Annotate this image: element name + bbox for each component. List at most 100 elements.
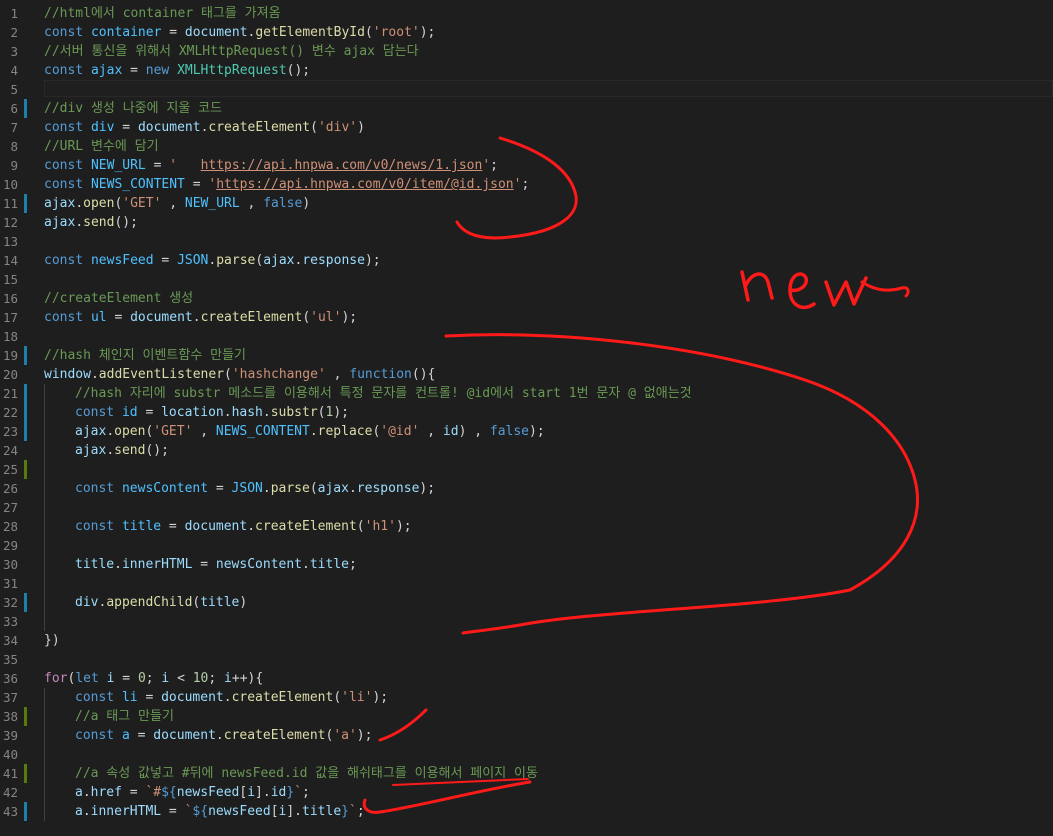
code-line[interactable]: 31 xyxy=(0,574,1053,593)
code-line[interactable]: 12 ajax.send(); xyxy=(0,213,1053,232)
code-text[interactable]: //hash 체인지 이벤트함수 만들기 xyxy=(44,346,246,365)
code-line[interactable]: 21 //hash 자리에 substr 메소드를 이용해서 특정 문자를 컨트롤… xyxy=(0,384,1053,403)
code-line[interactable]: 41 //a 속성 값넣고 #뒤에 newsFeed.id 값을 해쉬태그를 이용… xyxy=(0,764,1053,783)
code-line[interactable]: 22 const id = location.hash.substr(1); xyxy=(0,403,1053,422)
code-line[interactable]: 24 ajax.send(); xyxy=(0,441,1053,460)
code-line[interactable]: 39 const a = document.createElement('a'); xyxy=(0,726,1053,745)
code-text[interactable] xyxy=(44,498,75,517)
line-number: 4 xyxy=(10,63,18,78)
code-line[interactable]: 43 a.innerHTML = `${newsFeed[i].title}`; xyxy=(0,802,1053,821)
line-number: 30 xyxy=(2,557,18,572)
code-text[interactable]: ajax.open('GET' , NEW_URL , false) xyxy=(44,194,310,213)
code-text[interactable]: a.innerHTML = `${newsFeed[i].title}`; xyxy=(44,802,365,821)
code-text[interactable]: //hash 자리에 substr 메소드를 이용해서 특정 문자를 컨트롤! … xyxy=(44,384,692,403)
git-added-marker[interactable] xyxy=(24,764,27,783)
code-text[interactable] xyxy=(44,536,75,555)
code-text[interactable]: //div 생성 나중에 지울 코드 xyxy=(44,99,222,118)
code-text[interactable] xyxy=(44,574,75,593)
code-line[interactable]: 20 window.addEventListener('hashchange' ,… xyxy=(0,365,1053,384)
code-line[interactable]: 27 xyxy=(0,498,1053,517)
code-line[interactable]: 8 //URL 변수에 담기 xyxy=(0,137,1053,156)
code-text[interactable]: //서버 통신을 위해서 XMLHttpRequest() 변수 ajax 담는… xyxy=(44,42,419,61)
git-modified-marker[interactable] xyxy=(24,346,27,365)
code-text[interactable]: const title = document.createElement('h1… xyxy=(44,517,412,536)
code-line[interactable]: 25 xyxy=(0,460,1053,479)
code-text[interactable]: }) xyxy=(44,631,60,650)
code-text[interactable]: const ul = document.createElement('ul'); xyxy=(44,308,357,327)
code-line[interactable]: 3 //서버 통신을 위해서 XMLHttpRequest() 변수 ajax 담… xyxy=(0,42,1053,61)
code-text[interactable]: const container = document.getElementByI… xyxy=(44,23,435,42)
code-line[interactable]: 23 ajax.open('GET' , NEWS_CONTENT.replace… xyxy=(0,422,1053,441)
code-line[interactable]: 10 const NEWS_CONTENT = 'https://api.hnpw… xyxy=(0,175,1053,194)
code-line[interactable]: 17 const ul = document.createElement('ul'… xyxy=(0,308,1053,327)
code-line[interactable]: 26 const newsContent = JSON.parse(ajax.re… xyxy=(0,479,1053,498)
code-line[interactable]: 35 xyxy=(0,650,1053,669)
git-modified-marker[interactable] xyxy=(24,593,27,612)
code-text[interactable]: //html에서 container 태그를 가져옴 xyxy=(44,4,281,23)
code-line[interactable]: 18 xyxy=(0,327,1053,346)
code-line[interactable]: 37 const li = document.createElement('li'… xyxy=(0,688,1053,707)
code-text[interactable]: //a 속성 값넣고 #뒤에 newsFeed.id 값을 해쉬태그를 이용해서… xyxy=(44,764,538,783)
code-line[interactable]: 16 //createElement 생성 xyxy=(0,289,1053,308)
code-line[interactable]: 2 const container = document.getElementBy… xyxy=(0,23,1053,42)
code-line[interactable]: 28 const title = document.createElement('… xyxy=(0,517,1053,536)
code-text[interactable]: const id = location.hash.substr(1); xyxy=(44,403,349,422)
code-token: createElement xyxy=(200,310,303,325)
code-text[interactable]: const li = document.createElement('li'); xyxy=(44,688,388,707)
code-line[interactable]: 11 ajax.open('GET' , NEW_URL , false) xyxy=(0,194,1053,213)
code-text[interactable]: div.appendChild(title) xyxy=(44,593,247,612)
code-text[interactable]: //URL 변수에 담기 xyxy=(44,137,159,156)
code-line[interactable]: 40 xyxy=(0,745,1053,764)
code-line[interactable]: 34}) xyxy=(0,631,1053,650)
code-text[interactable]: const NEWS_CONTENT = 'https://api.hnpwa.… xyxy=(44,175,529,194)
code-token: false xyxy=(489,424,530,439)
code-text[interactable] xyxy=(44,460,75,479)
code-text[interactable]: const div = document.createElement('div'… xyxy=(44,118,365,137)
code-line[interactable]: 6 //div 생성 나중에 지울 코드 xyxy=(0,99,1053,118)
code-token: . xyxy=(302,557,310,572)
code-text[interactable] xyxy=(44,745,75,764)
code-line[interactable]: 42 a.href = `#${newsFeed[i].id}`; xyxy=(0,783,1053,802)
git-modified-marker[interactable] xyxy=(24,194,27,213)
code-text[interactable]: const newsContent = JSON.parse(ajax.resp… xyxy=(44,479,435,498)
code-line[interactable]: 36 for(let i = 0; i < 10; i++){ xyxy=(0,669,1053,688)
code-line[interactable]: 4 const ajax = new XMLHttpRequest(); xyxy=(0,61,1053,80)
code-text[interactable]: ajax.open('GET' , NEWS_CONTENT.replace('… xyxy=(44,422,545,441)
code-editor[interactable]: 1 //html에서 container 태그를 가져옴 2 const contai… xyxy=(0,0,1053,836)
code-line[interactable]: 29 xyxy=(0,536,1053,555)
git-modified-marker[interactable] xyxy=(24,403,27,422)
code-text[interactable]: //a 태그 만들기 xyxy=(44,707,174,726)
git-modified-marker[interactable] xyxy=(24,99,27,118)
code-text[interactable]: a.href = `#${newsFeed[i].id}`; xyxy=(44,783,310,802)
code-line[interactable]: 5 xyxy=(0,80,1053,99)
code-line[interactable]: 15 xyxy=(0,270,1053,289)
code-line[interactable]: 13 xyxy=(0,232,1053,251)
git-modified-marker[interactable] xyxy=(24,384,27,403)
code-text[interactable]: title.innerHTML = newsContent.title; xyxy=(44,555,357,574)
code-line[interactable]: 38 //a 태그 만들기 xyxy=(0,707,1053,726)
git-added-marker[interactable] xyxy=(24,707,27,726)
code-text[interactable]: window.addEventListener('hashchange' , f… xyxy=(44,365,435,384)
code-line[interactable]: 14 const newsFeed = JSON.parse(ajax.respo… xyxy=(0,251,1053,270)
git-modified-marker[interactable] xyxy=(24,422,27,441)
code-line[interactable]: 30 title.innerHTML = newsContent.title; xyxy=(0,555,1053,574)
code-text[interactable]: const newsFeed = JSON.parse(ajax.respons… xyxy=(44,251,381,270)
git-added-marker[interactable] xyxy=(24,460,27,479)
code-line[interactable]: 32 div.appendChild(title) xyxy=(0,593,1053,612)
code-text[interactable]: ajax.send(); xyxy=(44,213,138,232)
code-line[interactable]: 7 const div = document.createElement('div… xyxy=(0,118,1053,137)
code-text[interactable]: const NEW_URL = ' https://api.hnpwa.com/… xyxy=(44,156,498,175)
code-text[interactable]: const ajax = new XMLHttpRequest(); xyxy=(44,61,310,80)
code-token: = xyxy=(114,671,138,686)
code-line[interactable]: 19 //hash 체인지 이벤트함수 만들기 xyxy=(0,346,1053,365)
git-modified-marker[interactable] xyxy=(24,802,27,821)
code-text[interactable]: const a = document.createElement('a'); xyxy=(44,726,372,745)
code-text[interactable]: for(let i = 0; i < 10; i++){ xyxy=(44,669,263,688)
code-line[interactable]: 33 xyxy=(0,612,1053,631)
code-text[interactable] xyxy=(44,612,75,631)
code-line[interactable]: 1 //html에서 container 태그를 가져옴 xyxy=(0,4,1053,23)
code-token: 'GET' xyxy=(153,424,193,439)
code-text[interactable]: //createElement 생성 xyxy=(44,289,193,308)
code-line[interactable]: 9 const NEW_URL = ' https://api.hnpwa.com… xyxy=(0,156,1053,175)
code-text[interactable]: ajax.send(); xyxy=(44,441,169,460)
